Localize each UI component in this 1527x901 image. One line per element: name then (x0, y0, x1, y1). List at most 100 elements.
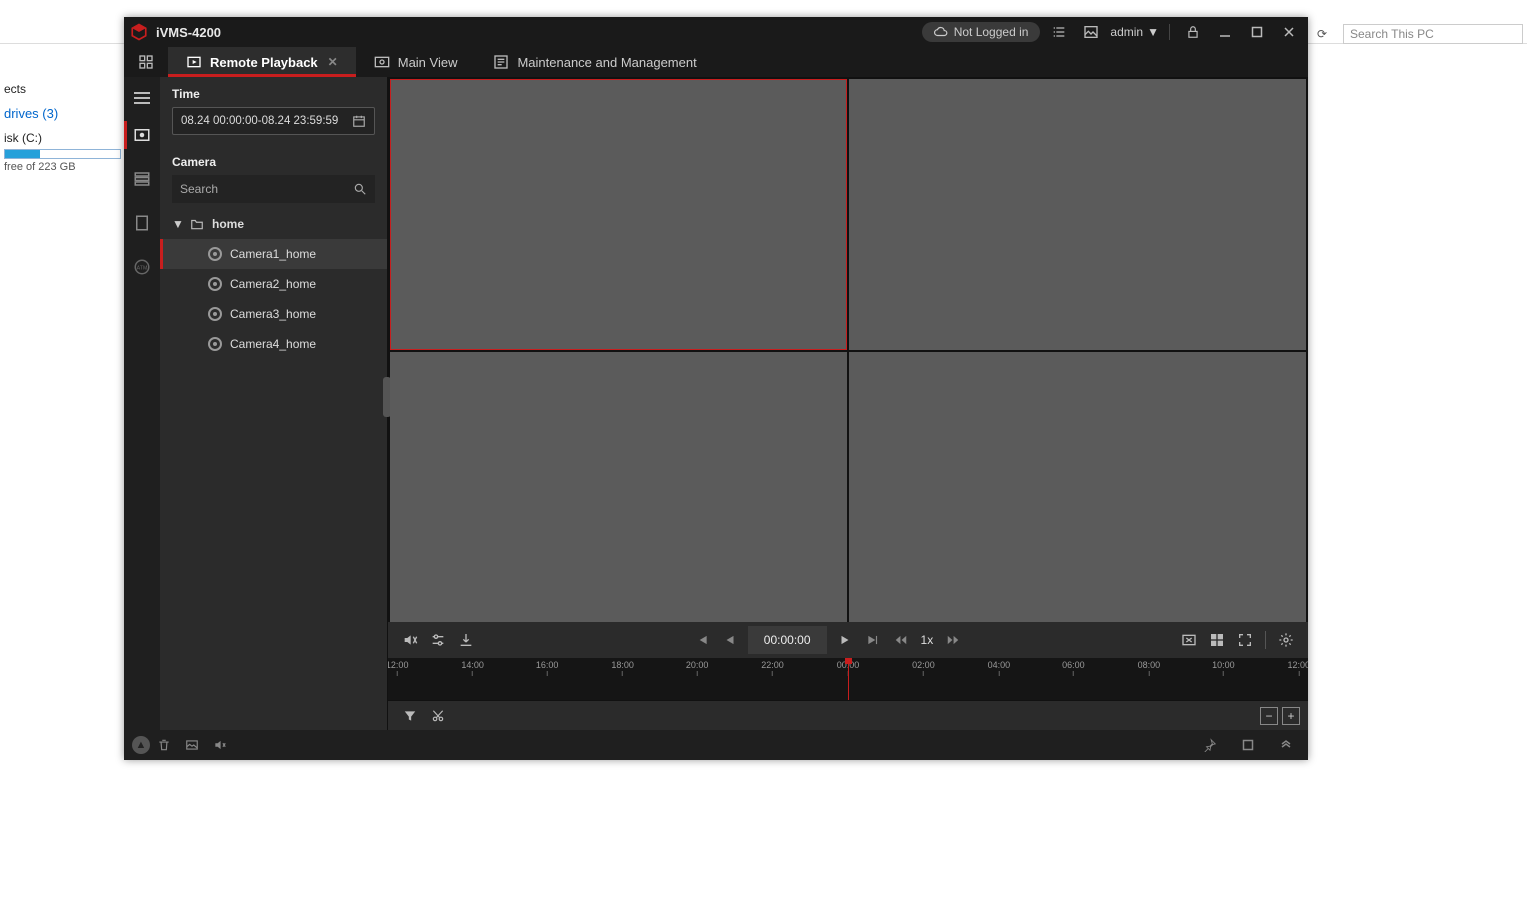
maximize-button[interactable] (1244, 19, 1270, 45)
explorer-drives-link[interactable]: drives (3) (0, 98, 125, 125)
explorer-left-panel: ects drives (3) isk (C:) free of 223 GB (0, 80, 125, 175)
tree-camera-1-label: Camera1_home (230, 247, 316, 261)
camera-search-placeholder: Search (180, 182, 218, 196)
camera-tree: ▼ home Camera1_home Camera2_home Camera3… (160, 209, 387, 359)
timeline-zoom-out-button[interactable]: − (1260, 707, 1278, 725)
left-rail: ATM (124, 77, 160, 730)
camera-icon (208, 277, 222, 291)
video-area: 00:00:00 1x (388, 77, 1308, 730)
tree-group-home-label: home (212, 217, 244, 231)
explorer-drive-usage-bar (4, 149, 121, 159)
mute-button[interactable] (396, 626, 424, 654)
rail-mode-event[interactable] (124, 113, 160, 157)
close-all-button[interactable] (1175, 626, 1203, 654)
download-button[interactable] (452, 626, 480, 654)
collapse-up-icon[interactable] (1272, 731, 1300, 759)
tree-group-home[interactable]: ▼ home (160, 209, 387, 239)
calendar-icon (352, 114, 366, 128)
svg-text:ATM: ATM (137, 265, 148, 271)
separator (1169, 24, 1170, 40)
timeline[interactable]: 12:00 14:00 16:00 18:00 20:00 22:00 00:0… (388, 658, 1308, 700)
tree-camera-2[interactable]: Camera2_home (160, 269, 387, 299)
search-icon (353, 182, 367, 196)
explorer-drive-c-label[interactable]: isk (C:) (0, 125, 125, 145)
apps-grid-button[interactable] (124, 47, 168, 77)
timeline-zoom-in-button[interactable]: + (1282, 707, 1300, 725)
sound-off-icon[interactable] (206, 731, 234, 759)
time-range-input[interactable]: 08.24 00:00:00-08.24 23:59:59 (172, 107, 375, 135)
timecode-display: 00:00:00 (748, 626, 827, 654)
skip-forward-button[interactable] (859, 626, 887, 654)
video-cell-4[interactable] (849, 352, 1306, 623)
video-cell-3[interactable] (390, 352, 847, 623)
explorer-refresh-icon[interactable]: ⟳ (1309, 24, 1335, 44)
rail-mode-device[interactable] (124, 201, 160, 245)
timeline-tick: 20:00 (686, 660, 709, 676)
side-panel: Time 08.24 00:00:00-08.24 23:59:59 Camer… (160, 77, 388, 730)
rail-mode-atm[interactable]: ATM (124, 245, 160, 289)
timeline-tick: 12:00 (388, 660, 408, 676)
fullscreen-button[interactable] (1231, 626, 1259, 654)
titlebar: iVMS-4200 Not Logged in admin ▼ (124, 17, 1308, 47)
skip-back-button[interactable] (688, 626, 716, 654)
gear-button[interactable] (1272, 626, 1300, 654)
speed-down-button[interactable] (887, 626, 915, 654)
app-title: iVMS-4200 (156, 25, 221, 40)
timeline-tick: 10:00 (1212, 660, 1235, 676)
close-button[interactable] (1276, 19, 1302, 45)
video-cell-2[interactable] (849, 79, 1306, 350)
explorer-search-box[interactable]: Search This PC (1343, 24, 1523, 44)
speed-label: 1x (915, 633, 940, 647)
user-name: admin (1110, 25, 1143, 39)
time-section-label: Time (160, 77, 387, 107)
user-menu[interactable]: admin ▼ (1110, 25, 1159, 39)
explorer-drive-usage-fill (5, 150, 40, 158)
speed-up-button[interactable] (939, 626, 967, 654)
list-icon[interactable] (1046, 19, 1072, 45)
timeline-playhead[interactable] (848, 658, 849, 700)
camera-icon (208, 307, 222, 321)
alert-icon[interactable]: ▲ (132, 736, 150, 754)
explorer-objects-label: ects (0, 80, 125, 98)
minimize-button[interactable] (1212, 19, 1238, 45)
tab-close-icon[interactable]: ✕ (328, 55, 338, 69)
playback-toolbar: 00:00:00 1x (388, 622, 1308, 658)
tab-maintenance-label: Maintenance and Management (517, 55, 696, 70)
camera-icon (208, 337, 222, 351)
tree-camera-4[interactable]: Camera4_home (160, 329, 387, 359)
screenshot-icon[interactable] (178, 731, 206, 759)
play-button[interactable] (831, 626, 859, 654)
picture-icon[interactable] (1078, 19, 1104, 45)
separator (1265, 631, 1266, 649)
layout-button[interactable] (1203, 626, 1231, 654)
camera-search-input[interactable]: Search (172, 175, 375, 203)
tree-camera-1[interactable]: Camera1_home (160, 239, 387, 269)
content-area: ATM Time 08.24 00:00:00-08.24 23:59:59 C… (124, 77, 1308, 730)
chevron-down-icon: ▼ (1147, 25, 1159, 39)
explorer-drive-free-label: free of 223 GB (0, 159, 125, 175)
tab-remote-playback[interactable]: Remote Playback ✕ (168, 47, 356, 77)
status-bar: ▲ (124, 730, 1308, 760)
camera-section-label: Camera (160, 145, 387, 175)
timeline-tick: 04:00 (988, 660, 1011, 676)
lock-icon[interactable] (1180, 19, 1206, 45)
pin-icon[interactable] (1196, 731, 1224, 759)
rail-mode-list[interactable] (124, 157, 160, 201)
timeline-tick: 12:00 (1288, 660, 1308, 676)
filter-button[interactable] (396, 702, 424, 730)
filter-bar: − + (388, 700, 1308, 730)
restore-icon[interactable] (1234, 731, 1262, 759)
clip-button[interactable] (424, 702, 452, 730)
tree-camera-3[interactable]: Camera3_home (160, 299, 387, 329)
timeline-tick: 18:00 (611, 660, 634, 676)
video-cell-1[interactable] (390, 79, 847, 350)
login-status-text: Not Logged in (954, 25, 1029, 39)
reverse-play-button[interactable] (716, 626, 744, 654)
trash-icon[interactable] (150, 731, 178, 759)
rail-menu-button[interactable] (124, 83, 160, 113)
maintenance-tab-icon (493, 54, 509, 70)
login-status-button[interactable]: Not Logged in (922, 22, 1041, 42)
tab-maintenance[interactable]: Maintenance and Management (475, 47, 714, 77)
tab-main-view[interactable]: Main View (356, 47, 476, 77)
settings-sliders-button[interactable] (424, 626, 452, 654)
